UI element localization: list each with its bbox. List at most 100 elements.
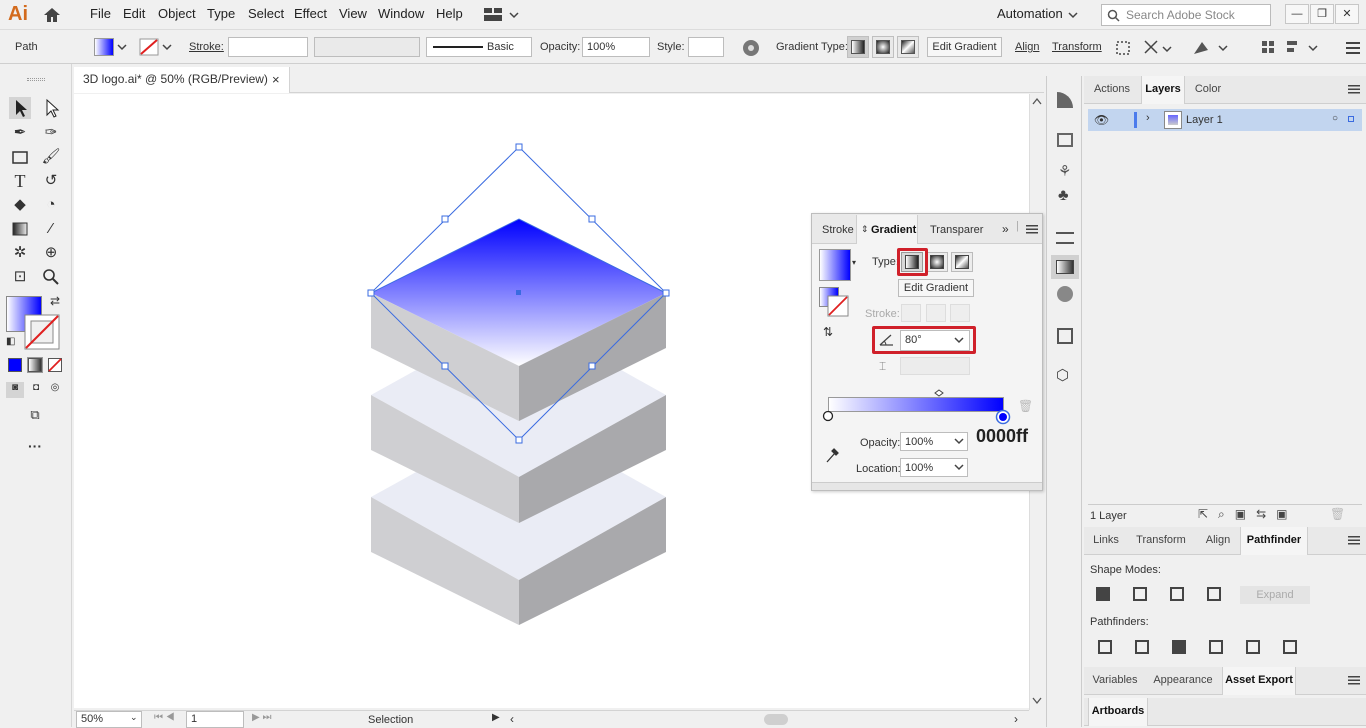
menu-select[interactable]: Select [248, 0, 284, 30]
status-mode-label[interactable]: Selection [368, 714, 413, 726]
gradient-stop-end[interactable] [995, 409, 1011, 425]
direct-selection-tool-icon[interactable] [40, 97, 62, 119]
transform-link[interactable]: Transform [1052, 41, 1102, 53]
gradient-stop-start[interactable] [822, 410, 834, 422]
isolate-object-icon[interactable] [1113, 38, 1133, 58]
selection-indicator[interactable] [1348, 116, 1354, 122]
menu-object[interactable]: Object [158, 0, 196, 30]
variable-width-profile[interactable] [314, 37, 420, 57]
chevron-down-icon[interactable]: ⌄ [130, 712, 138, 723]
reverse-gradient-icon[interactable]: ⇅ [823, 325, 833, 339]
minus-back-icon[interactable] [1283, 640, 1297, 654]
scroll-right-icon[interactable]: › [1014, 712, 1018, 726]
draw-normal-icon[interactable]: ◙ [6, 382, 24, 398]
unite-icon[interactable] [1096, 587, 1110, 601]
artboard-tool-icon[interactable]: ⊡ [9, 266, 31, 288]
outline-icon[interactable] [1246, 640, 1260, 654]
tab-gradient[interactable]: Gradient [871, 224, 916, 236]
expand-button[interactable]: Expand [1240, 586, 1310, 604]
menu-window[interactable]: Window [378, 0, 424, 30]
gradient-tool-icon[interactable] [9, 218, 31, 240]
brush-definition-field[interactable]: Basic [426, 37, 532, 57]
align-grid-icon[interactable] [1260, 38, 1276, 58]
workspace-switcher[interactable]: Automation [997, 0, 1063, 30]
edit-gradient-panel-button[interactable]: Edit Gradient [898, 279, 974, 297]
3d-materials-icon[interactable]: ⬡ [1056, 366, 1069, 384]
next-artboard-icon[interactable]: ▶ ⏭ [252, 712, 271, 723]
chevron-down-icon[interactable] [162, 44, 172, 52]
close-document-icon[interactable]: × [272, 67, 280, 92]
stroke-color-swatch[interactable] [24, 314, 60, 350]
panel-menu-icon[interactable] [1348, 676, 1360, 685]
stroke-none-swatch[interactable] [139, 38, 159, 56]
edit-gradient-button[interactable]: Edit Gradient [927, 37, 1002, 57]
eye-visibility-icon[interactable]: 👁 [1094, 113, 1109, 127]
scroll-left-icon[interactable]: ‹ [510, 712, 514, 726]
pen-tool-icon[interactable]: ✒ [9, 122, 31, 144]
opacity-label[interactable]: Opacity: [540, 41, 580, 53]
chevron-down-icon[interactable]: ▾ [852, 258, 856, 267]
menu-file[interactable]: File [90, 0, 111, 30]
tab-transparency[interactable]: Transparer [930, 224, 983, 236]
crop-icon[interactable] [1209, 640, 1223, 654]
shape-builder-tool-icon[interactable]: ⊕ [40, 242, 62, 264]
none-mode-icon[interactable] [48, 358, 62, 372]
layer-name[interactable]: Layer 1 [1186, 114, 1223, 126]
stroke-icon[interactable] [1056, 232, 1074, 244]
tab-color[interactable]: Color [1189, 76, 1227, 104]
intersect-icon[interactable] [1170, 587, 1184, 601]
panel-menu-icon[interactable] [1344, 38, 1362, 58]
screen-mode-icon[interactable]: ⧉ [24, 407, 46, 425]
menu-type[interactable]: Type [207, 0, 235, 30]
layer-actions-icons[interactable]: ⇱⌕▣⇆▣ [1198, 507, 1298, 522]
gradient-thumbnail[interactable] [819, 249, 851, 281]
tab-align[interactable]: Align [1198, 527, 1238, 555]
eyedropper-tool-icon[interactable]: ⁄ [40, 218, 62, 240]
status-menu-icon[interactable]: ▶ [492, 712, 500, 723]
target-icon[interactable]: ○ [1332, 113, 1338, 124]
zoom-tool-icon[interactable] [40, 266, 62, 288]
tab-transform[interactable]: Transform [1128, 527, 1194, 555]
symbols-icon[interactable]: ♣ [1058, 187, 1069, 205]
menu-edit[interactable]: Edit [123, 0, 145, 30]
default-fill-stroke-icon[interactable]: ◧ [6, 336, 15, 347]
stroke-gradient-swatch[interactable] [827, 295, 849, 317]
delete-stop-icon[interactable]: 🗑 [1018, 399, 1033, 413]
horizontal-scroll-thumb[interactable] [764, 714, 788, 725]
tab-layers[interactable]: Layers [1141, 76, 1185, 104]
trim-icon[interactable] [1135, 640, 1149, 654]
home-icon[interactable] [42, 5, 62, 25]
artboard-number-field[interactable]: 1 [186, 711, 244, 728]
warp-tool-icon[interactable]: ◔ [40, 194, 62, 216]
scroll-up-icon[interactable] [1032, 97, 1042, 105]
panel-menu-icon[interactable] [1348, 536, 1360, 545]
minimize-button[interactable]: — [1285, 4, 1309, 24]
freeform-gradient-button[interactable] [897, 36, 919, 58]
document-tab[interactable]: 3D logo.ai* @ 50% (RGB/Preview) × [74, 67, 290, 93]
exclude-icon[interactable] [1207, 587, 1221, 601]
linear-gradient-button[interactable] [847, 36, 869, 58]
divide-icon[interactable] [1098, 640, 1112, 654]
radial-gradient-button[interactable] [872, 36, 894, 58]
gradient-slider[interactable] [828, 397, 1004, 412]
eraser-tool-icon[interactable]: ◆ [9, 194, 31, 216]
search-stock-input[interactable]: Search Adobe Stock [1101, 4, 1271, 26]
edit-toolbar-icon[interactable]: ··· [24, 438, 46, 456]
fill-swatch[interactable] [94, 38, 114, 56]
swatches-icon[interactable] [1057, 133, 1073, 147]
scroll-down-icon[interactable] [1032, 697, 1042, 705]
radial-type-button[interactable] [926, 252, 948, 272]
tab-artboards[interactable]: Artboards [1088, 698, 1148, 726]
shape-tools-icon[interactable] [1192, 38, 1234, 58]
tab-variables[interactable]: Variables [1088, 667, 1142, 695]
transparency-icon[interactable] [1057, 286, 1073, 302]
tab-asset-export[interactable]: Asset Export [1222, 667, 1296, 695]
first-artboard-icon[interactable]: ⏮ ◀ [154, 712, 175, 723]
type-tool-icon[interactable]: T [9, 170, 31, 192]
distribute-icon[interactable] [1285, 38, 1321, 58]
chevron-down-icon[interactable] [954, 464, 964, 472]
menu-effect[interactable]: Effect [294, 0, 327, 30]
merge-icon[interactable] [1172, 640, 1186, 654]
align-link[interactable]: Align [1015, 41, 1039, 53]
chevron-down-icon[interactable] [117, 44, 127, 52]
